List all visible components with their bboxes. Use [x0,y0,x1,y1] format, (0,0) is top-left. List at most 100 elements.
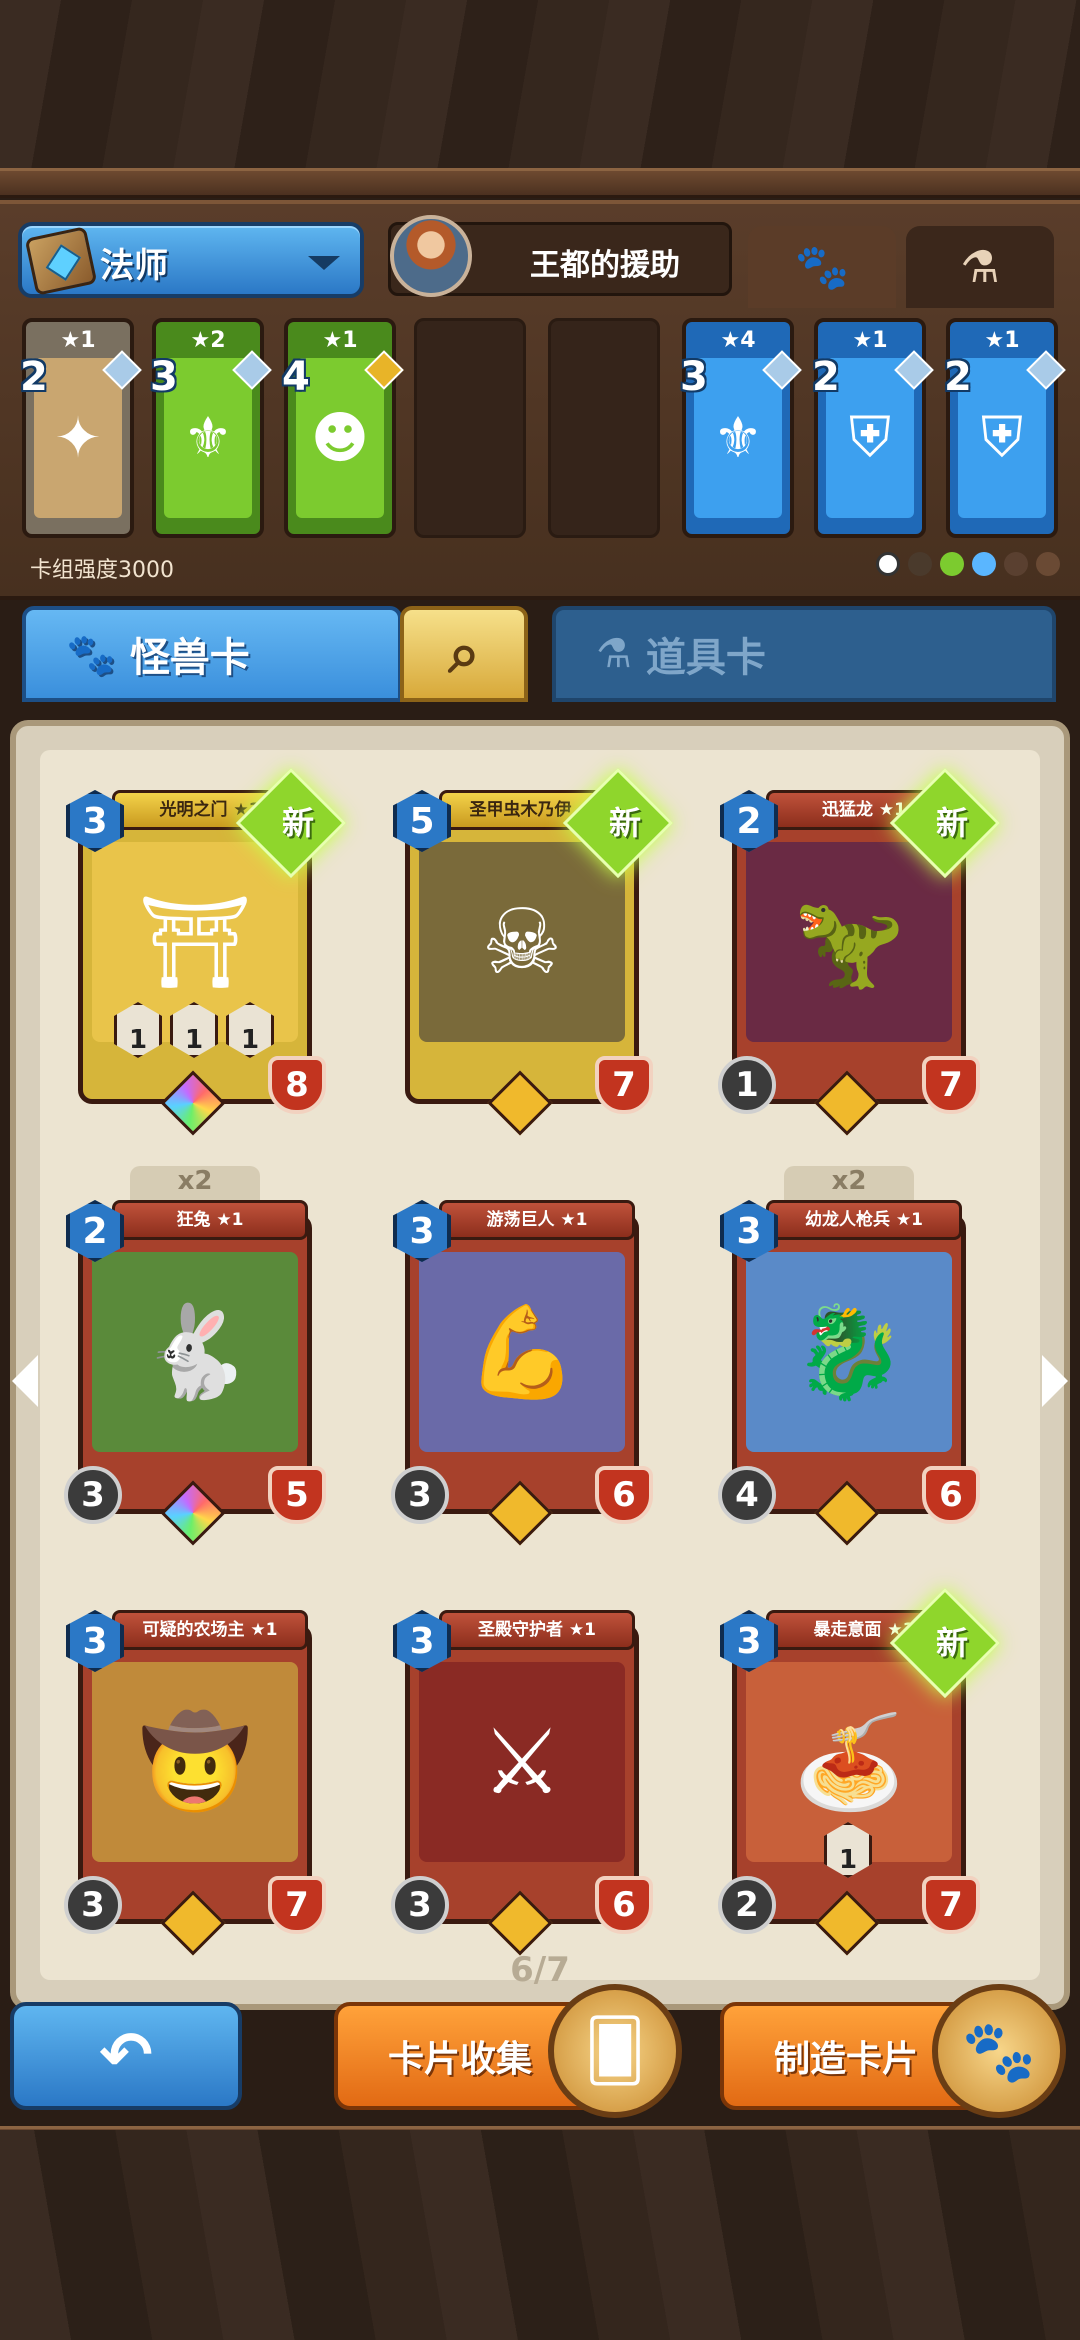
collection-card[interactable]: 迅猛龙 ★1 🦖 2 1 7 新 [718,767,1001,1136]
card-cost: 2 [20,354,48,400]
dragon-lancer-icon: 🐉 [746,1252,952,1452]
card-collection-label: 卡片收集 [388,2039,533,2080]
tab-item-label: 道具卡 [645,635,766,681]
card-name: 圣殿守护者 ★1 [439,1610,635,1650]
back-button[interactable]: ↶ [10,2002,242,2110]
magnifier-icon: ⌕ [448,621,480,686]
element-fire-icon [1036,552,1060,576]
element-beast-icon [1004,552,1028,576]
temple-guardian-icon: ⚔ [419,1662,625,1862]
rabbit-icon: 🐇 [92,1252,298,1452]
collection-card[interactable]: x2 幼龙人枪兵 ★1 🐉 3 4 6 [718,1166,980,1546]
duplicate-count: x2 [130,1166,260,1200]
new-label: 新 [935,1624,968,1662]
background-top [0,0,1080,170]
card-attack: 3 [391,1876,449,1934]
element-water-icon [972,552,996,576]
card-stars: ★2 [190,328,226,353]
paw-jar-icon[interactable]: 🐾 [932,1984,1066,2118]
card-stars: ★4 [720,328,756,353]
element-neutral-icon [876,552,900,576]
card-stars: ★1 [322,328,358,353]
element-dark-icon [908,552,932,576]
card-health: 7 [595,1056,653,1114]
deck-slot-empty[interactable] [414,318,526,538]
card-health: 5 [268,1466,326,1524]
card-collection-icon[interactable]: 🂠 [548,1984,682,2118]
element-nature-icon [940,552,964,576]
card-name: 游荡巨人 ★1 [439,1200,635,1240]
hero-portrait-avatar[interactable] [390,215,472,297]
card-attack: 2 [718,1876,776,1934]
tab-item-filter[interactable]: ⚗ [906,226,1054,308]
tab-monster-cards[interactable]: 🐾 怪兽卡 [22,606,402,702]
deck-card-5[interactable]: ★1 ⛨ 2 [812,318,934,538]
deck-card-6[interactable]: ★1 ⛨ 2 [944,318,1066,538]
tab-monster-label: 怪兽卡 [129,635,250,681]
collection-card[interactable]: 光明之门 ★1 ⛩ 1 1 1 3 8 新 [66,767,347,1136]
card-attack: 1 [718,1056,776,1114]
card-health: 6 [595,1466,653,1524]
card-attack: 3 [64,1466,122,1524]
card-attack: 4 [718,1466,776,1524]
new-label: 新 [935,804,968,842]
collection-card[interactable]: x2 狂兔 ★1 🐇 2 3 5 [64,1166,326,1546]
mummy-icon: ☠ [419,842,625,1042]
card-cost: 3 [680,354,708,400]
chevron-down-icon [308,256,340,270]
collection-card[interactable]: 圣甲虫木乃伊 ★1 ☠ 5 7 新 [393,767,674,1136]
class-label: 法师 [100,246,168,286]
flask-icon: ⚗ [960,241,1000,293]
back-arrow-icon: ↶ [99,2019,153,2093]
deck-card-1[interactable]: ★1 ✦ 2 [20,318,142,538]
deck-slot-empty[interactable] [548,318,660,538]
card-health: 7 [922,1056,980,1114]
collection-card[interactable]: 暴走意面 ★1 🍝 1 3 2 7 新 [718,1587,1001,1956]
raptor-icon: 🦖 [746,842,952,1042]
giant-icon: 💪 [419,1252,625,1452]
background-bottom [0,2130,1080,2340]
card-health: 8 [268,1056,326,1114]
tab-monster-filter[interactable]: 🐾 [748,226,896,308]
class-select-dropdown[interactable]: 法师 [18,222,364,298]
search-button[interactable]: ⌕ [400,606,528,702]
new-label: 新 [608,804,641,842]
craft-card-label: 制造卡片 [774,2039,919,2080]
card-health: 7 [268,1876,326,1934]
tab-item-cards[interactable]: ⚗ 道具卡 [552,606,1056,702]
card-stars: ★1 [984,328,1020,353]
card-name: 狂兔 ★1 [112,1200,308,1240]
card-cost: 2 [944,354,972,400]
paw-icon: 🐾 [66,631,116,678]
card-cost: 4 [282,354,310,400]
new-label: 新 [281,804,314,842]
hero-name: 王都的援助 [530,248,680,283]
page-indicator: 6/7 [510,1950,570,1990]
deck-card-2[interactable]: ★2 ⚜ 3 [150,318,272,538]
prev-page-arrow[interactable] [12,1355,38,1407]
flask-icon: ⚗ [596,631,632,677]
collection-card[interactable]: 游荡巨人 ★1 💪 3 3 6 [391,1200,653,1546]
collection-card[interactable]: 圣殿守护者 ★1 ⚔ 3 3 6 [391,1610,653,1956]
paw-icon: 🐾 [794,242,850,293]
card-stars: ★1 [60,328,96,353]
card-name: 可疑的农场主 ★1 [112,1610,308,1650]
duplicate-count: x2 [784,1166,914,1200]
card-health: 6 [922,1466,980,1524]
deck-strength: 卡组强度3000 [30,558,174,583]
farmer-icon: 🤠 [92,1662,298,1862]
card-health: 7 [922,1876,980,1934]
element-icons [876,552,1060,576]
card-name: 幼龙人枪兵 ★1 [766,1200,962,1240]
deck-card-3[interactable]: ★1 ☻ 4 [282,318,404,538]
card-health: 6 [595,1876,653,1934]
card-cost: 3 [150,354,178,400]
card-cost: 2 [812,354,840,400]
next-page-arrow[interactable] [1042,1355,1068,1407]
deck-card-4[interactable]: ★4 ⚜ 3 [680,318,802,538]
card-attack: 3 [64,1876,122,1934]
card-stars: ★1 [852,328,888,353]
spellbook-icon [24,226,98,296]
collection-card[interactable]: 可疑的农场主 ★1 🤠 3 3 7 [64,1610,326,1956]
frame-bar-top [0,168,1080,198]
